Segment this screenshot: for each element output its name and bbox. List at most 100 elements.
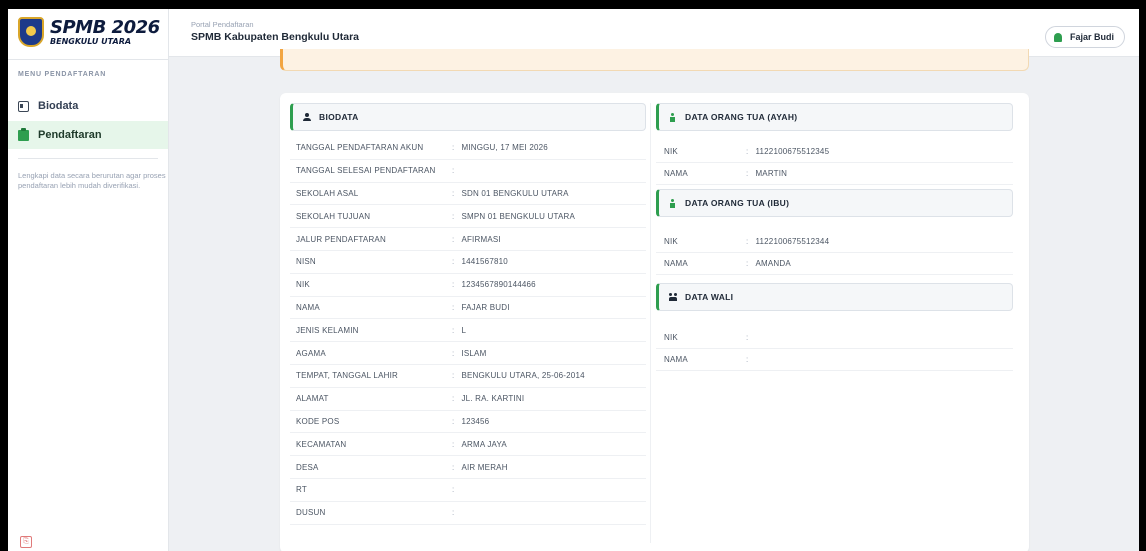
user-icon <box>1053 32 1062 42</box>
row-label: JALUR PENDAFTARAN <box>296 234 386 244</box>
row-label: TEMPAT, TANGGAL LAHIR <box>296 371 398 381</box>
row-value: AFIRMASI <box>452 235 501 244</box>
row-label: NAMA <box>664 169 688 178</box>
row-value: FAJAR BUDI <box>452 303 510 312</box>
row-label: KECAMATAN <box>296 439 347 449</box>
row-value: 123456 <box>452 417 489 426</box>
row-value: MARTIN <box>746 169 787 178</box>
ibu-section-header: DATA ORANG TUA (IBU) <box>656 189 1013 217</box>
row-value <box>452 166 461 175</box>
users-icon <box>669 293 677 301</box>
row-value <box>746 355 755 364</box>
male-person-icon <box>669 113 677 122</box>
table-row: SEKOLAH ASAL SDN 01 BENGKULU UTARA <box>290 183 646 206</box>
table-row: TANGGAL SELESAI PENDAFTARAN <box>290 160 646 183</box>
row-value: SMPN 01 BENGKULU UTARA <box>452 212 575 221</box>
row-value: 1234567890144466 <box>452 280 536 289</box>
menu-heading: MENU PENDAFTARAN <box>18 71 107 78</box>
row-value: AIR MERAH <box>452 463 508 472</box>
divider <box>8 59 169 60</box>
table-row: NISN 1441567810 <box>290 251 646 274</box>
brand-subtitle: BENGKULU UTARA <box>50 36 132 46</box>
table-row: JENIS KELAMIN L <box>290 319 646 343</box>
row-value <box>452 485 461 494</box>
biodata-section-header: BIODATA <box>290 103 646 131</box>
row-label: JENIS KELAMIN <box>296 325 359 335</box>
row-label: DESA <box>296 462 319 472</box>
clipboard-icon <box>18 127 29 141</box>
wali-rows: NIK NAMA <box>656 327 1013 371</box>
sidebar-item-label: Biodata <box>38 100 79 112</box>
row-value: 1122100675512344 <box>746 237 829 246</box>
table-row: SEKOLAH TUJUAN SMPN 01 BENGKULU UTARA <box>290 205 646 229</box>
table-row: TEMPAT, TANGGAL LAHIR BENGKULU UTARA, 25-… <box>290 365 646 388</box>
table-row: JALUR PENDAFTARAN AFIRMASI <box>290 228 646 251</box>
table-row: RT <box>290 479 646 502</box>
row-label: NIK <box>296 280 310 290</box>
row-label: DUSUN <box>296 508 326 518</box>
row-label: NISN <box>296 257 316 267</box>
table-row: DESA AIR MERAH <box>290 456 646 479</box>
table-row: KODE POS 123456 <box>290 411 646 434</box>
page-title: SPMB Kabupaten Bengkulu Utara <box>191 31 360 43</box>
row-value: 1441567810 <box>452 257 508 266</box>
row-value: AMANDA <box>746 259 791 268</box>
row-label: NIK <box>664 147 678 156</box>
brand-title: SPMB 2026 <box>50 16 160 38</box>
row-value: BENGKULU UTARA, 25-06-2014 <box>452 371 585 380</box>
table-row: NIK 1122100675512345 <box>656 141 1013 163</box>
parent-column: DATA ORANG TUA (AYAH) NIK 112210067551234… <box>656 103 1013 371</box>
table-row: NIK 1122100675512344 <box>656 231 1013 253</box>
table-row: TANGGAL PENDAFTARAN AKUN MINGGU, 17 MEI 2… <box>290 137 646 160</box>
section-title: DATA WALI <box>685 292 734 302</box>
row-label: NIK <box>664 333 678 342</box>
row-value: MINGGU, 17 MEI 2026 <box>452 143 548 152</box>
table-row: AGAMA ISLAM <box>290 342 646 365</box>
table-row: NAMA FAJAR BUDI <box>290 297 646 320</box>
row-value: 1122100675512345 <box>746 147 829 156</box>
row-value <box>452 508 461 517</box>
row-value: SDN 01 BENGKULU UTARA <box>452 189 569 198</box>
table-row: NAMA MARTIN <box>656 163 1013 185</box>
column-divider <box>650 103 651 543</box>
biodata-rows: TANGGAL PENDAFTARAN AKUN MINGGU, 17 MEI 2… <box>290 137 646 525</box>
row-label: NAMA <box>664 355 688 364</box>
section-title: DATA ORANG TUA (AYAH) <box>685 112 798 122</box>
id-card-icon <box>18 100 29 112</box>
sidebar-item-pendaftaran[interactable]: Pendaftaran <box>8 121 168 149</box>
table-row: NAMA AMANDA <box>656 253 1013 275</box>
row-label: AGAMA <box>296 348 326 358</box>
notice-banner <box>280 49 1029 71</box>
row-value: L <box>452 326 466 335</box>
row-label: NAMA <box>664 259 688 268</box>
ayah-rows: NIK 1122100675512345 NAMA MARTIN <box>656 141 1013 185</box>
row-label: SEKOLAH TUJUAN <box>296 211 371 221</box>
user-menu-button[interactable]: Fajar Budi <box>1044 26 1125 48</box>
section-title: DATA ORANG TUA (IBU) <box>685 198 790 208</box>
wali-section-header: DATA WALI <box>656 283 1013 311</box>
divider <box>18 158 158 159</box>
row-label: TANGGAL SELESAI PENDAFTARAN <box>296 166 436 176</box>
sidebar-help-text: Lengkapi data secara berurutan agar pros… <box>18 171 166 190</box>
row-label: SEKOLAH ASAL <box>296 188 359 198</box>
brand-logo[interactable]: SPMB 2026 BENGKULU UTARA <box>18 17 160 47</box>
table-row: NIK <box>656 327 1013 349</box>
app-window: SPMB 2026 BENGKULU UTARA MENU PENDAFTARA… <box>8 9 1139 551</box>
portal-label: Portal Pendaftaran <box>191 20 254 29</box>
row-label: TANGGAL PENDAFTARAN AKUN <box>296 143 424 153</box>
table-row: KECAMATAN ARMA JAYA <box>290 433 646 457</box>
table-row: NAMA <box>656 349 1013 371</box>
table-row: ALAMAT JL. RA. KARTINI <box>290 388 646 411</box>
row-label: NAMA <box>296 302 320 312</box>
pdf-icon[interactable]: ⎘ <box>20 536 32 548</box>
user-icon <box>303 113 311 121</box>
user-name: Fajar Budi <box>1069 32 1114 42</box>
row-label: ALAMAT <box>296 394 329 404</box>
row-value <box>746 333 755 342</box>
sidebar-item-label: Pendaftaran <box>38 129 102 141</box>
row-value: ARMA JAYA <box>452 440 507 449</box>
female-person-icon <box>669 199 677 208</box>
row-label: KODE POS <box>296 416 340 426</box>
sidebar-item-biodata[interactable]: Biodata <box>8 92 168 120</box>
row-label: RT <box>296 485 307 495</box>
